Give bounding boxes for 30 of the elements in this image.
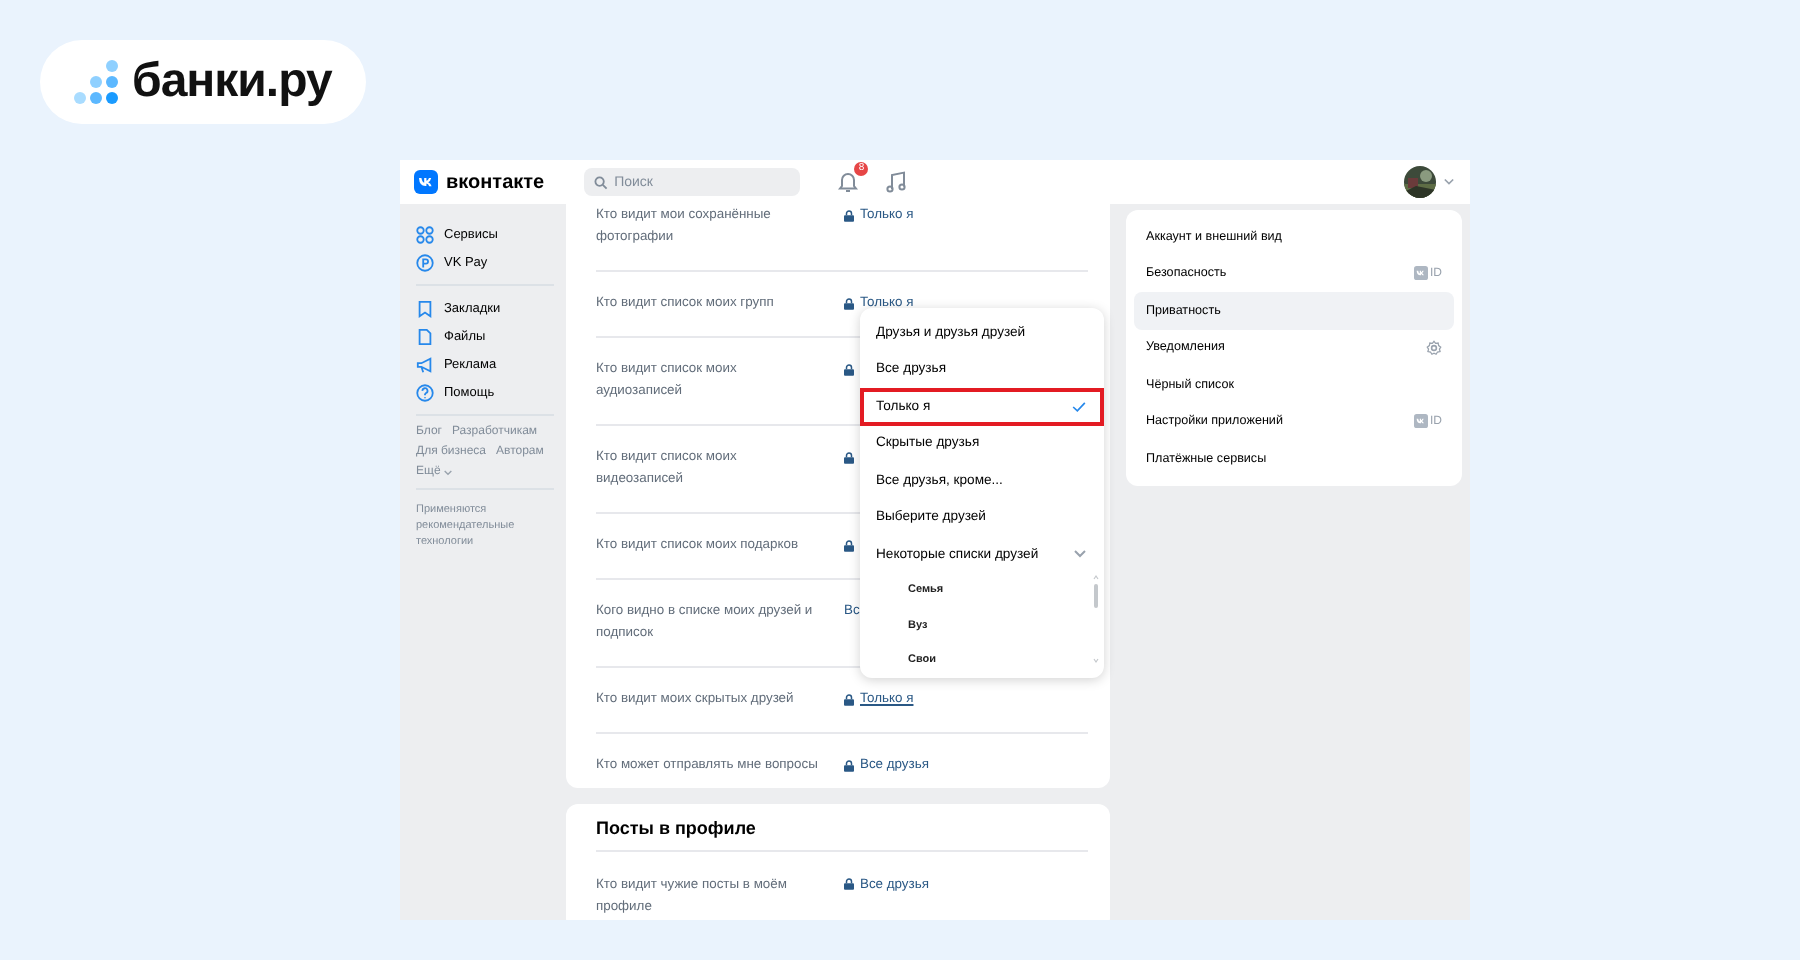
dots-logo-icon [68, 58, 120, 106]
vk-logo-icon [414, 170, 438, 194]
checkmark-icon [1072, 401, 1086, 412]
bell-icon[interactable] [836, 170, 861, 194]
brand-name: банки.ру [132, 54, 332, 110]
lock-icon [844, 363, 854, 375]
lock-icon [844, 539, 854, 551]
lock-icon [844, 297, 854, 309]
lock-icon [844, 878, 854, 890]
grid-icon [416, 225, 434, 243]
vk-logo-icon [1414, 266, 1428, 281]
lock-icon [844, 209, 854, 221]
megaphone-icon [416, 355, 434, 373]
chevron-down-icon[interactable] [1444, 178, 1454, 186]
search-icon [594, 175, 609, 189]
vk-logo-icon [1414, 414, 1428, 429]
music-note-icon[interactable] [884, 170, 909, 194]
chevron-down-icon [444, 469, 453, 475]
lock-icon [844, 759, 854, 771]
chevron-down-icon [1074, 550, 1086, 559]
section-title: Посты в профиле [596, 804, 1088, 852]
scrollbar[interactable] [1092, 574, 1100, 664]
file-icon [416, 327, 434, 345]
logo-text: вконтакте [446, 171, 545, 193]
bookmark-icon [416, 299, 434, 317]
lock-icon [844, 451, 854, 463]
coin-icon [416, 253, 434, 271]
question-icon [416, 383, 434, 401]
settings-icon [1426, 339, 1442, 356]
lock-icon [844, 693, 854, 705]
